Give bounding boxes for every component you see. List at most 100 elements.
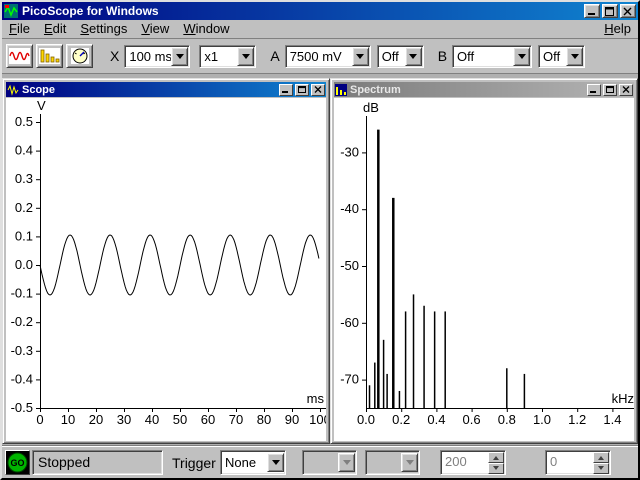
scope-maximize-button[interactable]: [295, 84, 309, 96]
scope-chart: -0.5-0.4-0.3-0.2-0.10.00.10.20.30.40.501…: [6, 98, 326, 441]
svg-text:0.8: 0.8: [498, 412, 516, 427]
close-icon: [623, 7, 633, 16]
svg-text:-60: -60: [340, 315, 359, 330]
chevron-down-icon[interactable]: [237, 47, 254, 66]
spectrum-plot-area: -30-40-50-60-700.00.20.40.60.81.01.21.4d…: [334, 98, 634, 441]
svg-text:100: 100: [309, 412, 326, 427]
spin-up-button[interactable]: [593, 452, 609, 463]
mdi-workspace: Scope -0.5-0.4-0.3-0.2-0.10.00.10.20.30.…: [2, 74, 638, 446]
new-meter-view-button[interactable]: [66, 44, 93, 68]
channel-b-range-select[interactable]: Off: [452, 45, 532, 68]
trigger-delay-spinner[interactable]: 0: [545, 450, 611, 475]
maximize-button[interactable]: [602, 4, 618, 18]
menu-file[interactable]: File: [2, 20, 37, 38]
svg-text:0.5: 0.5: [15, 114, 33, 129]
svg-text:80: 80: [257, 412, 271, 427]
channel-a-mode-select[interactable]: Off: [377, 45, 424, 68]
chevron-down-icon[interactable]: [513, 47, 530, 66]
svg-text:1.2: 1.2: [568, 412, 586, 427]
trigger-label: Trigger: [172, 455, 216, 471]
new-spectrum-view-button[interactable]: [36, 44, 63, 68]
svg-text:0.4: 0.4: [427, 412, 445, 427]
spin-down-button[interactable]: [593, 463, 609, 474]
close-icon: [622, 86, 630, 93]
spectrum-chart: -30-40-50-60-700.00.20.40.60.81.01.21.4d…: [334, 98, 634, 441]
svg-text:GO: GO: [10, 458, 24, 468]
trigger-threshold-spinner[interactable]: 200: [440, 450, 506, 475]
chevron-up-icon: [493, 453, 499, 460]
scope-window-icon: [7, 84, 19, 96]
spectrum-window-titlebar[interactable]: Spectrum: [334, 82, 634, 97]
svg-text:1.4: 1.4: [603, 412, 621, 427]
go-button[interactable]: GO: [5, 450, 30, 475]
menu-edit[interactable]: Edit: [37, 20, 73, 38]
spectrum-close-button[interactable]: [619, 84, 633, 96]
spin-down-button[interactable]: [488, 463, 504, 474]
picoscope-app-icon: [4, 4, 18, 18]
svg-text:70: 70: [229, 412, 243, 427]
spectrum-minimize-button[interactable]: [587, 84, 601, 96]
chevron-down-icon: [401, 453, 418, 472]
minimize-button[interactable]: [584, 4, 600, 18]
scope-window-titlebar[interactable]: Scope: [6, 82, 326, 97]
close-button[interactable]: [620, 4, 636, 18]
svg-text:ms: ms: [307, 391, 325, 406]
svg-text:0.0: 0.0: [357, 412, 375, 427]
trigger-mode-select[interactable]: None: [220, 450, 286, 475]
svg-text:0.3: 0.3: [15, 171, 33, 186]
maximize-icon: [298, 86, 306, 93]
channel-b-mode-select[interactable]: Off: [538, 45, 585, 68]
menu-view[interactable]: View: [134, 20, 176, 38]
go-icon: GO: [7, 452, 28, 473]
menubar: File Edit Settings View Window Help: [2, 20, 638, 39]
trigger-edge-select: [365, 450, 420, 475]
svg-text:20: 20: [89, 412, 103, 427]
meter-gauge-icon: [71, 48, 89, 64]
timebase-select[interactable]: 100 ms: [124, 45, 190, 68]
svg-text:1.0: 1.0: [533, 412, 551, 427]
channel-a-range-select[interactable]: 7500 mV: [285, 45, 371, 68]
spectrum-maximize-button[interactable]: [603, 84, 617, 96]
chevron-down-icon: [493, 466, 499, 473]
chevron-down-icon[interactable]: [405, 47, 422, 66]
chevron-down-icon[interactable]: [566, 47, 583, 66]
scope-close-button[interactable]: [311, 84, 325, 96]
chevron-down-icon[interactable]: [171, 47, 188, 66]
minimize-icon: [590, 86, 598, 93]
toolbar: X 100 ms x1 A 7500 mV Off B Off Off: [2, 39, 638, 74]
chevron-down-icon: [598, 466, 604, 473]
svg-text:-0.2: -0.2: [11, 314, 33, 329]
svg-text:0.2: 0.2: [15, 200, 33, 215]
menu-help[interactable]: Help: [597, 20, 638, 38]
chevron-down-icon[interactable]: [267, 453, 284, 472]
status-panel: Stopped: [32, 450, 163, 475]
app-titlebar[interactable]: PicoScope for Windows: [2, 2, 638, 20]
trigger-channel-select: [302, 450, 357, 475]
multiplier-select[interactable]: x1: [199, 45, 256, 68]
picoscope-window: PicoScope for Windows File Edit Settings…: [0, 0, 640, 480]
menu-settings[interactable]: Settings: [73, 20, 134, 38]
svg-text:0.0: 0.0: [15, 257, 33, 272]
svg-text:0: 0: [36, 412, 43, 427]
spectrum-window-icon: [335, 84, 347, 96]
spin-up-button[interactable]: [488, 452, 504, 463]
menu-window[interactable]: Window: [176, 20, 236, 38]
spectrum-window: Spectrum -30-40-50-60-700.00.20.40.60.81…: [330, 78, 638, 444]
scope-plot-area: -0.5-0.4-0.3-0.2-0.10.00.10.20.30.40.501…: [6, 98, 326, 441]
chevron-down-icon[interactable]: [352, 47, 369, 66]
scope-minimize-button[interactable]: [279, 84, 293, 96]
svg-text:-50: -50: [340, 258, 359, 273]
spectrum-bars-icon: [39, 48, 60, 64]
app-title: PicoScope for Windows: [22, 4, 580, 18]
new-scope-view-button[interactable]: [6, 44, 33, 68]
minimize-icon: [282, 86, 290, 93]
svg-text:40: 40: [145, 412, 159, 427]
svg-text:90: 90: [285, 412, 299, 427]
svg-text:30: 30: [117, 412, 131, 427]
svg-text:60: 60: [201, 412, 215, 427]
maximize-icon: [605, 7, 615, 16]
channel-a-label: A: [270, 48, 279, 64]
svg-text:-0.4: -0.4: [11, 371, 33, 386]
svg-text:kHz: kHz: [612, 391, 634, 406]
scope-trace-icon: [9, 48, 30, 64]
